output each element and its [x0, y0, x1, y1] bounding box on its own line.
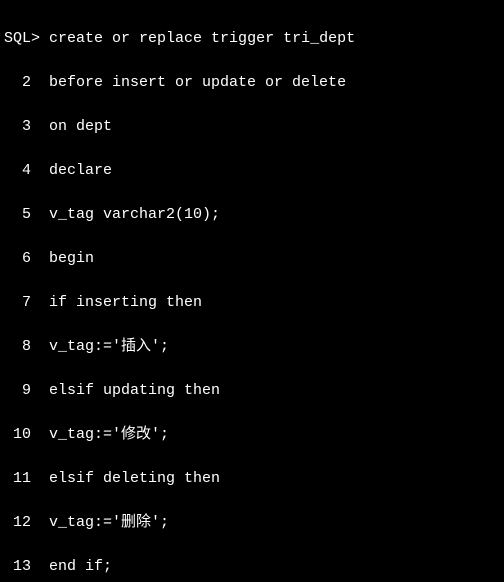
code-line: 7 if inserting then [4, 292, 500, 314]
code-text: elsif updating then [49, 382, 220, 399]
code-line: 5 v_tag varchar2(10); [4, 204, 500, 226]
code-text: on dept [49, 118, 112, 135]
code-text: v_tag:='删除'; [49, 514, 169, 531]
code-line: 2 before insert or update or delete [4, 72, 500, 94]
code-line: 3 on dept [4, 116, 500, 138]
code-text: before insert or update or delete [49, 74, 346, 91]
line-number: 11 [4, 468, 31, 490]
code-line: 11 elsif deleting then [4, 468, 500, 490]
code-text: v_tag varchar2(10); [49, 206, 220, 223]
code-line: 8 v_tag:='插入'; [4, 336, 500, 358]
sql-prompt: SQL> [4, 30, 40, 47]
code-line: 10 v_tag:='修改'; [4, 424, 500, 446]
line-number: 10 [4, 424, 31, 446]
code-text: end if; [49, 558, 112, 575]
line-number: 6 [4, 248, 31, 270]
code-text: if inserting then [49, 294, 202, 311]
code-line: SQL> create or replace trigger tri_dept [4, 28, 500, 50]
line-number: 8 [4, 336, 31, 358]
line-number: 12 [4, 512, 31, 534]
code-line: 13 end if; [4, 556, 500, 578]
line-number: 7 [4, 292, 31, 314]
line-number: 5 [4, 204, 31, 226]
code-text: create or replace trigger tri_dept [49, 30, 355, 47]
code-line: 12 v_tag:='删除'; [4, 512, 500, 534]
line-number: 2 [4, 72, 31, 94]
code-line: 4 declare [4, 160, 500, 182]
code-text: begin [49, 250, 94, 267]
code-text: elsif deleting then [49, 470, 220, 487]
code-line: 6 begin [4, 248, 500, 270]
line-number: 9 [4, 380, 31, 402]
code-text: v_tag:='修改'; [49, 426, 169, 443]
line-number: 3 [4, 116, 31, 138]
code-line: 9 elsif updating then [4, 380, 500, 402]
code-text: v_tag:='插入'; [49, 338, 169, 355]
code-text: declare [49, 162, 112, 179]
line-number: 4 [4, 160, 31, 182]
line-number: 13 [4, 556, 31, 578]
sql-terminal[interactable]: SQL> create or replace trigger tri_dept … [0, 0, 504, 582]
